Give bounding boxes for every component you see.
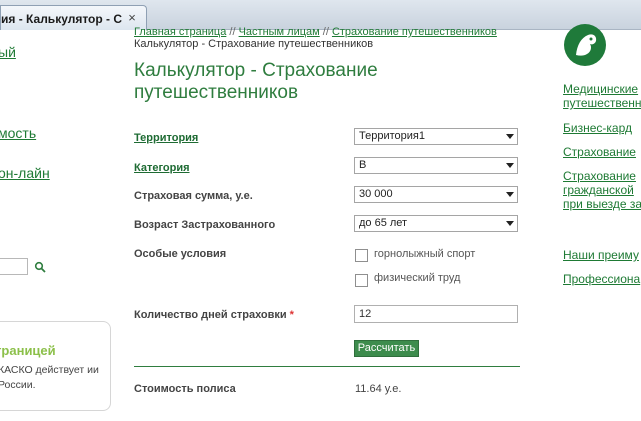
required-mark: *	[289, 309, 294, 321]
page-title: Калькулятор - Страхование путешественник…	[134, 60, 378, 103]
right-link-medical[interactable]: Медицинские	[563, 82, 638, 96]
close-tab-icon[interactable]: ×	[125, 11, 139, 25]
left-nav-link-3[interactable]: он-лайн	[0, 165, 50, 181]
ski-sport-label: горнолыжный спорт	[374, 248, 476, 260]
territory-select[interactable]: Территория1	[354, 128, 518, 145]
chevron-down-icon	[506, 221, 514, 226]
sum-select[interactable]: 30 000	[354, 186, 518, 203]
breadcrumb-separator: //	[226, 26, 239, 38]
territory-select-value: Территория1	[359, 130, 425, 142]
result-label: Стоимость полиса	[134, 383, 236, 395]
right-link-liability-2[interactable]: гражданской	[563, 183, 634, 197]
breadcrumb: Главная страница // Частным лицам // Стр…	[134, 26, 497, 38]
brand-logo-icon	[564, 24, 606, 66]
site-search-input[interactable]	[0, 258, 28, 275]
search-icon[interactable]	[34, 261, 46, 273]
ski-sport-checkbox[interactable]	[355, 249, 368, 262]
breadcrumb-separator: //	[319, 26, 332, 38]
right-link-liability-3[interactable]: при выезде за	[563, 197, 641, 211]
territory-label[interactable]: Территория	[134, 132, 198, 144]
promo-text: КАСКО действует ии России.	[0, 364, 99, 391]
chevron-down-icon	[506, 192, 514, 197]
browser-tab-title: ия - Калькулятор - С	[1, 12, 123, 26]
browser-tab[interactable]: ия - Калькулятор - С ×	[0, 5, 147, 30]
result-value: 11.64 у.е.	[355, 383, 402, 395]
right-link-liability[interactable]: Страхование	[563, 169, 636, 183]
left-nav-link-1[interactable]: ый	[0, 44, 16, 60]
age-select[interactable]: до 65 лет	[354, 215, 518, 232]
days-input[interactable]: 12	[354, 305, 518, 323]
right-link-business-card[interactable]: Бизнес-кард	[563, 121, 632, 135]
promo-title[interactable]: границей	[0, 343, 56, 358]
physical-work-label: физический труд	[374, 272, 461, 284]
breadcrumb-insurance[interactable]: Страхование путешественников	[332, 26, 497, 38]
category-select-value: B	[359, 159, 367, 171]
breadcrumb-private[interactable]: Частным лицам	[239, 26, 320, 38]
sum-select-value: 30 000	[359, 188, 393, 200]
breadcrumb-home[interactable]: Главная страница	[134, 26, 226, 38]
right-link-advantages[interactable]: Наши преиму	[563, 248, 639, 262]
age-label: Возраст Застрахованного	[134, 219, 276, 231]
category-select[interactable]: B	[354, 157, 518, 174]
sum-label: Страховая сумма, у.е.	[134, 190, 253, 202]
left-nav-link-2[interactable]: мость	[0, 125, 36, 141]
calculate-button[interactable]: Рассчитать	[354, 340, 419, 357]
divider	[134, 366, 520, 367]
chevron-down-icon	[506, 134, 514, 139]
age-select-value: до 65 лет	[359, 217, 408, 229]
breadcrumb-current: Калькулятор - Страхование путешественник…	[134, 38, 374, 50]
chevron-down-icon	[506, 163, 514, 168]
days-label: Количество дней страховки *	[134, 309, 294, 321]
right-link-insurance[interactable]: Страхование	[563, 145, 636, 159]
special-conditions-label: Особые условия	[134, 248, 227, 260]
right-link-professional[interactable]: Профессиона	[563, 272, 640, 286]
right-link-medical-2[interactable]: путешественн	[563, 96, 641, 110]
days-label-text: Количество дней страховки	[134, 309, 287, 321]
physical-work-checkbox[interactable]	[355, 274, 368, 287]
category-label[interactable]: Категория	[134, 162, 190, 174]
